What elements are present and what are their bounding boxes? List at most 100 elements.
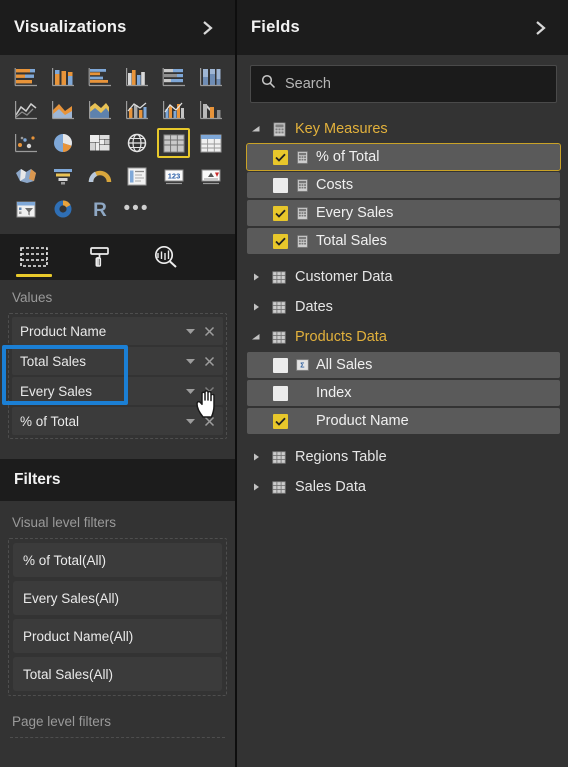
viz-row: R •••	[10, 195, 227, 223]
donut-chart-icon[interactable]	[47, 195, 78, 223]
table-grid-icon	[270, 450, 288, 464]
chevron-right-icon[interactable]	[530, 17, 552, 39]
more-options-icon[interactable]: •••	[121, 195, 152, 223]
scatter-chart-icon[interactable]	[10, 129, 41, 157]
gauge-chart-icon[interactable]	[84, 162, 115, 190]
viz-row: 123	[10, 162, 227, 190]
remove-x-icon[interactable]	[199, 356, 219, 367]
collapse-arrow-icon[interactable]	[249, 332, 263, 342]
values-field-total-sales[interactable]: Total Sales	[12, 347, 223, 375]
svg-text:123: 123	[167, 171, 180, 180]
measure-icon	[294, 150, 310, 164]
checkbox-checked[interactable]	[273, 413, 288, 429]
search-box[interactable]: Search	[250, 65, 557, 103]
field-item-product-name[interactable]: Product Name	[247, 408, 560, 434]
filter-chip[interactable]: % of Total(All)	[13, 543, 222, 577]
filter-chip[interactable]: Every Sales(All)	[13, 581, 222, 615]
analytics-tab[interactable]	[146, 235, 186, 279]
search-input[interactable]: Search	[285, 76, 331, 92]
remove-x-icon[interactable]	[199, 386, 219, 397]
field-item-costs[interactable]: Costs	[247, 172, 560, 198]
analytics-magnifier-icon	[154, 245, 177, 268]
table-grid-icon	[270, 300, 288, 314]
caret-down-icon[interactable]	[181, 327, 199, 335]
map-icon[interactable]	[121, 129, 152, 157]
caret-down-icon[interactable]	[181, 387, 199, 395]
tree-table-label: Customer Data	[295, 269, 393, 285]
values-field-product-name[interactable]: Product Name	[12, 317, 223, 345]
area-chart-icon[interactable]	[47, 96, 78, 124]
tree-table-regions-table[interactable]: Regions Table	[237, 442, 568, 472]
format-tab[interactable]	[80, 235, 120, 279]
ribbon-chart-icon[interactable]	[195, 96, 226, 124]
checkbox-unchecked[interactable]	[273, 385, 288, 401]
field-item-all-sales[interactable]: Σ All Sales	[247, 352, 560, 378]
values-field-percent-of-total[interactable]: % of Total	[12, 407, 223, 435]
field-item-percent-of-total[interactable]: % of Total	[246, 143, 561, 171]
values-field-every-sales[interactable]: Every Sales	[12, 377, 223, 405]
checkbox-checked[interactable]	[273, 233, 288, 249]
search-icon	[261, 74, 276, 94]
treemap-icon[interactable]	[84, 129, 115, 157]
expand-arrow-icon[interactable]	[249, 272, 263, 282]
tree-table-label: Dates	[295, 299, 333, 315]
tree-table-products-data[interactable]: Products Data	[237, 322, 568, 352]
pie-chart-icon[interactable]	[47, 129, 78, 157]
expand-arrow-icon[interactable]	[249, 482, 263, 492]
fields-grid-icon	[20, 247, 48, 267]
filter-chip[interactable]: Product Name(All)	[13, 619, 222, 653]
chevron-right-icon[interactable]	[197, 17, 219, 39]
checkbox-unchecked[interactable]	[273, 177, 288, 193]
collapse-arrow-icon[interactable]	[249, 124, 263, 134]
multi-row-card-icon[interactable]	[121, 162, 152, 190]
checkbox-checked[interactable]	[273, 205, 288, 221]
matrix-icon[interactable]	[195, 129, 226, 157]
stacked-bar-chart-icon[interactable]	[10, 63, 41, 91]
expand-arrow-icon[interactable]	[249, 302, 263, 312]
remove-x-icon[interactable]	[199, 416, 219, 427]
caret-down-icon[interactable]	[181, 357, 199, 365]
caret-down-icon[interactable]	[181, 417, 199, 425]
visualizations-pane: Visualizations 123 R ••• Values Product …	[0, 0, 235, 767]
visual-level-filters-zone[interactable]: % of Total(All) Every Sales(All) Product…	[8, 538, 227, 696]
stacked-area-chart-icon[interactable]	[84, 96, 115, 124]
line-and-stacked-column-chart-icon[interactable]	[121, 96, 152, 124]
expand-arrow-icon[interactable]	[249, 452, 263, 462]
100-percent-stacked-column-chart-icon[interactable]	[195, 63, 226, 91]
stacked-column-chart-icon[interactable]	[47, 63, 78, 91]
field-item-total-sales[interactable]: Total Sales	[247, 228, 560, 254]
fields-tab[interactable]	[14, 235, 54, 279]
field-label: Every Sales	[316, 205, 394, 221]
remove-x-icon[interactable]	[199, 326, 219, 337]
field-item-index[interactable]: Index	[247, 380, 560, 406]
table-icon[interactable]	[157, 128, 190, 158]
table-grid-icon	[270, 480, 288, 494]
clustered-bar-chart-icon[interactable]	[84, 63, 115, 91]
field-item-every-sales[interactable]: Every Sales	[247, 200, 560, 226]
field-label: Total Sales	[20, 353, 87, 369]
funnel-chart-icon[interactable]	[47, 162, 78, 190]
slicer-icon[interactable]	[10, 195, 41, 223]
r-script-visual-icon[interactable]: R	[84, 195, 115, 223]
checkbox-unchecked[interactable]	[273, 357, 288, 373]
checkbox-checked[interactable]	[273, 149, 288, 165]
table-grid-icon	[270, 330, 288, 344]
line-chart-icon[interactable]	[10, 96, 41, 124]
tree-group-key-measures[interactable]: Key Measures	[237, 114, 568, 144]
tree-table-dates[interactable]: Dates	[237, 292, 568, 322]
page-level-filters-zone[interactable]	[10, 737, 225, 738]
svg-text:Σ: Σ	[300, 363, 304, 370]
tree-group-label: Key Measures	[295, 121, 388, 137]
filter-chip[interactable]: Total Sales(All)	[13, 657, 222, 691]
clustered-column-chart-icon[interactable]	[121, 63, 152, 91]
100-percent-stacked-bar-chart-icon[interactable]	[158, 63, 189, 91]
field-label: % of Total	[20, 413, 80, 429]
field-label: Index	[316, 385, 352, 401]
filled-map-icon[interactable]	[10, 162, 41, 190]
tree-table-customer-data[interactable]: Customer Data	[237, 262, 568, 292]
values-drop-zone[interactable]: Product Name Total Sales Every Sales % o…	[8, 313, 227, 439]
kpi-icon[interactable]	[195, 162, 226, 190]
tree-table-sales-data[interactable]: Sales Data	[237, 472, 568, 502]
line-and-clustered-column-chart-icon[interactable]	[158, 96, 189, 124]
card-icon[interactable]: 123	[158, 162, 189, 190]
